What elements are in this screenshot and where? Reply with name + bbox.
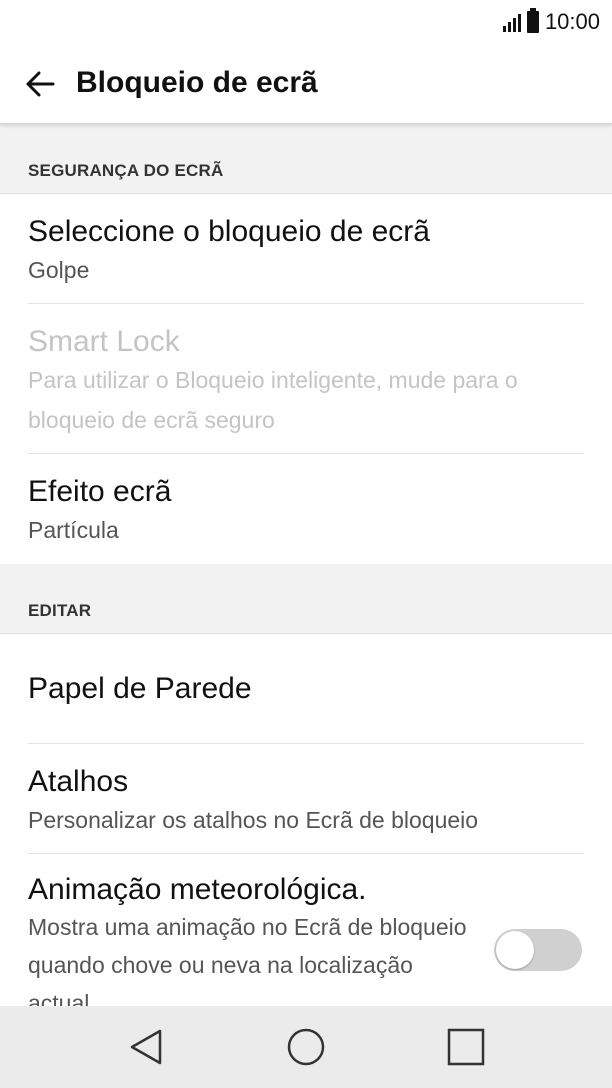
item-title: Atalhos <box>28 765 129 798</box>
item-title: Papel de Parede <box>28 672 252 705</box>
toggle-knob <box>496 931 534 969</box>
wallpaper-item[interactable]: Papel de Parede <box>0 634 612 744</box>
item-title: Smart Lock <box>28 325 180 358</box>
select-screen-lock-item[interactable]: Seleccione o bloqueio de ecrã Golpe <box>0 194 612 304</box>
nav-back-icon <box>130 1029 162 1065</box>
nav-home-button[interactable] <box>226 1006 386 1088</box>
section-header-screen-security: SEGURANÇA DO ECRÃ <box>0 124 612 194</box>
item-subtitle: Personalizar os atalhos no Ecrã de bloqu… <box>28 807 479 833</box>
smart-lock-item: Smart Lock Para utilizar o Bloqueio inte… <box>0 304 612 454</box>
shortcuts-item[interactable]: Atalhos Personalizar os atalhos no Ecrã … <box>0 744 612 854</box>
section-header-label: EDITAR <box>28 601 92 620</box>
screen-effect-item[interactable]: Efeito ecrã Partícula <box>0 454 612 564</box>
battery-icon <box>526 8 539 33</box>
page-title: Bloqueio de ecrã <box>76 66 318 99</box>
status-bar: 10:00 <box>0 0 612 44</box>
nav-home-icon <box>287 1028 325 1066</box>
back-arrow-icon <box>26 71 55 97</box>
settings-list[interactable]: SEGURANÇA DO ECRÃ Seleccione o bloqueio … <box>0 124 612 1006</box>
item-subtitle: Partícula <box>28 517 119 543</box>
back-button[interactable] <box>18 62 62 106</box>
section-header-label: SEGURANÇA DO ECRÃ <box>28 161 224 180</box>
item-subtitle: Golpe <box>28 257 90 283</box>
item-title: Efeito ecrã <box>28 475 172 508</box>
signal-icon <box>502 12 521 32</box>
item-title: Animação meteorológica. <box>28 873 367 906</box>
app-bar: Bloqueio de ecrã <box>0 44 612 124</box>
status-time: 10:00 <box>544 9 600 34</box>
navigation-bar <box>0 1006 612 1088</box>
item-subtitle: Para utilizar o Bloqueio inteligente, mu… <box>28 367 518 433</box>
nav-back-button[interactable] <box>66 1006 226 1088</box>
nav-recents-button[interactable] <box>386 1006 546 1088</box>
weather-animation-toggle[interactable] <box>494 929 582 971</box>
weather-animation-item[interactable]: Animação meteorológica. Mostra uma anima… <box>0 854 612 1006</box>
section-header-edit: EDITAR <box>0 564 612 634</box>
nav-recents-icon <box>447 1028 485 1066</box>
item-title: Seleccione o bloqueio de ecrã <box>28 215 430 248</box>
item-subtitle: Mostra uma animação no Ecrã de bloqueio … <box>28 914 467 1006</box>
